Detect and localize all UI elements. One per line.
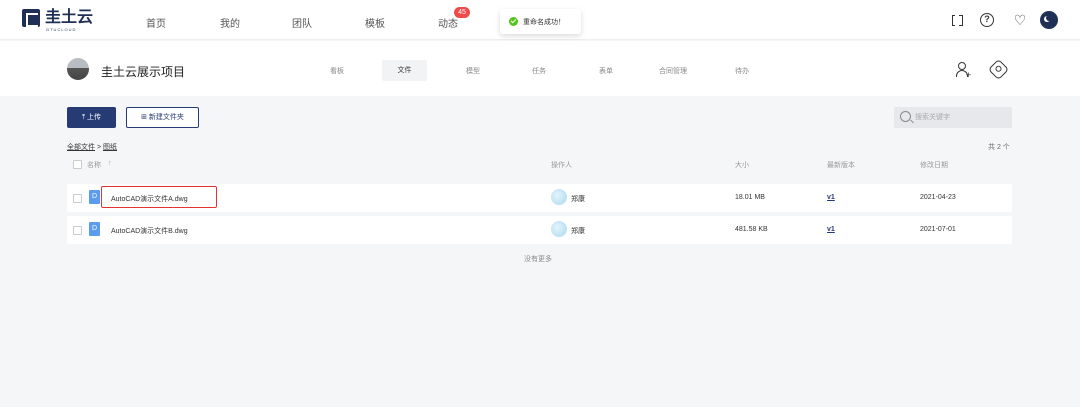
tab-models[interactable]: 模型 [466,66,480,76]
nav-item-mine[interactable]: 我的 [220,15,240,30]
no-more-text: 没有更多 [524,256,552,263]
new-folder-button[interactable]: ⊞ 新建文件夹 [126,107,199,128]
dwg-file-icon: D [89,222,100,236]
header-name[interactable]: 名称 [87,160,101,170]
search-icon [900,111,911,122]
tab-files[interactable]: 文件 [382,60,427,81]
nav-item-team[interactable]: 团队 [292,15,312,30]
version-link[interactable]: v1 [827,226,835,233]
upload-label: 上传 [87,114,102,121]
brand-sub: GTUCLOUD [46,27,77,32]
sort-icon[interactable]: ↑ [108,160,112,167]
table-row[interactable]: D AutoCAD演示文件B.dwg 郑康 481.58 KB v1 2021-… [67,216,1012,244]
project-avatar [67,58,89,80]
operator-name: 郑康 [571,228,585,235]
header-size: 大小 [735,162,749,169]
file-count: 共 2 个 [988,144,1010,151]
user-avatar[interactable] [1040,11,1058,29]
tab-tasks[interactable]: 任务 [532,66,546,76]
tab-board[interactable]: 看板 [330,66,344,76]
operator-avatar [551,221,567,237]
header-date: 修改日期 [920,162,948,169]
logo-icon [22,9,40,27]
nav-item-templates[interactable]: 模板 [365,15,385,30]
brand-name: 圭土云 [45,9,94,26]
file-size: 18.01 MB [735,194,765,201]
nav-item-activity[interactable]: 动态 [438,15,458,30]
check-circle-icon [509,17,518,26]
help-icon[interactable]: ? [980,13,994,27]
toast-message: 重命名成功！ [523,18,565,26]
file-name[interactable]: AutoCAD演示文件B.dwg [111,226,188,236]
breadcrumb-separator: > [95,144,103,151]
add-member-icon[interactable]: + [956,62,972,80]
new-folder-label: 新建文件夹 [148,114,184,121]
row-checkbox[interactable] [73,226,82,235]
header-operator: 操作人 [551,162,572,169]
file-name[interactable]: AutoCAD演示文件A.dwg [111,194,188,204]
header-version: 最新版本 [827,162,855,169]
modified-date: 2021-04-23 [920,194,956,201]
breadcrumb-current[interactable]: 图纸 [103,144,117,151]
activity-badge: 45 [454,7,470,18]
fullscreen-icon[interactable] [949,12,965,28]
table-header: 名称 ↑ 操作人 大小 最新版本 修改日期 [67,155,1012,175]
row-checkbox[interactable] [73,194,82,203]
tab-todo[interactable]: 待办 [735,66,749,76]
breadcrumb: 全部文件 > 图纸 [67,142,117,152]
brand-logo[interactable]: 圭土云 GTUCLOUD [22,9,94,32]
project-title: 圭土云展示项目 [101,65,186,79]
project-header: 圭土云展示项目 看板 文件 模型 任务 表单 合同管理 待办 + [0,41,1080,96]
upload-button[interactable]: ⤒ 上传 [67,107,116,128]
table-row[interactable]: D AutoCAD演示文件A.dwg 郑康 18.01 MB v1 2021-0… [67,184,1012,212]
folder-plus-icon: ⊞ [141,114,149,121]
select-all-checkbox[interactable] [73,160,82,169]
dwg-file-icon: D [89,190,100,204]
success-toast: 重命名成功！ [500,9,581,34]
modified-date: 2021-07-01 [920,226,956,233]
operator-name: 郑康 [571,196,585,203]
breadcrumb-root[interactable]: 全部文件 [67,144,95,151]
tab-contracts[interactable]: 合同管理 [659,66,687,76]
search-box [894,107,1012,128]
search-input[interactable] [915,107,1007,128]
nav-item-home[interactable]: 首页 [146,15,166,30]
tab-forms[interactable]: 表单 [599,66,613,76]
version-link[interactable]: v1 [827,194,835,201]
operator-avatar [551,189,567,205]
heart-icon[interactable]: ♡ [1012,12,1028,28]
top-navbar: 圭土云 GTUCLOUD 首页 我的 团队 模板 动态 45 重命名成功！ ? … [0,0,1080,40]
file-size: 481.58 KB [735,226,768,233]
settings-icon[interactable] [987,58,1010,81]
